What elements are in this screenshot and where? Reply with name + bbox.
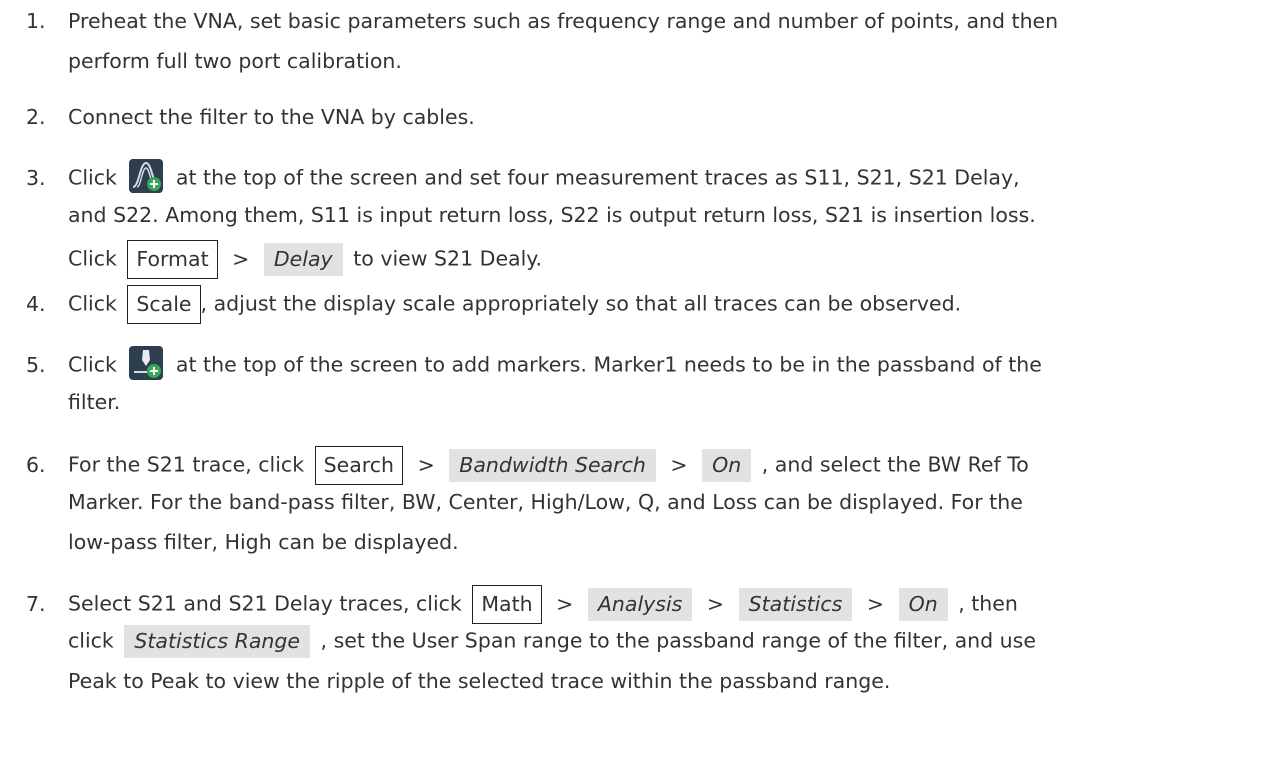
step-text: Click	[68, 165, 117, 190]
step-text: , and select the BW Ref To	[761, 452, 1029, 477]
arrow-separator: >	[670, 452, 688, 477]
step-text: Peak to Peak to view the ripple of the s…	[68, 669, 891, 693]
analysis-menu-item[interactable]: Analysis	[587, 588, 693, 621]
step-text: to view S21 Dealy.	[353, 246, 543, 271]
arrow-separator: >	[866, 591, 885, 616]
statistics-range-menu-item[interactable]: Statistics Range	[124, 625, 310, 658]
trace-add-icon	[129, 159, 164, 198]
step-text: Marker. For the band-pass filter, BW, Ce…	[68, 490, 1023, 514]
arrow-separator: >	[417, 452, 435, 477]
statistics-menu-item[interactable]: Statistics	[738, 588, 853, 621]
on-menu-item[interactable]: On	[898, 588, 948, 621]
on-menu-item[interactable]: On	[702, 449, 752, 482]
step-text: and S22. Among them, S11 is input return…	[68, 203, 1036, 227]
bandwidth-search-menu-item[interactable]: Bandwidth Search	[449, 449, 656, 482]
step-text: Click	[68, 352, 117, 377]
math-button[interactable]: Math	[472, 585, 542, 624]
format-button[interactable]: Format	[127, 240, 218, 279]
step-text: Select S21 and S21 Delay traces, click	[68, 591, 462, 616]
step-number: 1.	[26, 9, 46, 33]
step-text: perform full two port calibration.	[68, 49, 402, 73]
scale-button[interactable]: Scale	[127, 285, 201, 324]
step-text: Preheat the VNA, set basic parameters su…	[68, 9, 1059, 33]
step-number: 4.	[26, 292, 46, 316]
step-text: For the S21 trace, click	[68, 452, 305, 477]
search-button[interactable]: Search	[314, 446, 404, 485]
step-text: , adjust the display scale appropriately…	[200, 291, 962, 316]
marker-add-icon	[129, 346, 164, 385]
step-text: low-pass filter, High can be displayed.	[68, 530, 459, 554]
arrow-separator: >	[706, 591, 725, 616]
step-number: 3.	[26, 166, 46, 190]
step-text: click	[68, 628, 114, 653]
step-text: Click	[68, 291, 117, 316]
arrow-separator: >	[556, 591, 574, 616]
step-text: Connect the filter to the VNA by cables.	[68, 105, 475, 129]
step-text: Click	[68, 246, 117, 271]
step-number: 6.	[26, 453, 46, 477]
step-number: 2.	[26, 105, 46, 129]
delay-menu-item[interactable]: Delay	[263, 243, 343, 276]
step-text: , set the User Span range to the passban…	[320, 628, 1036, 653]
arrow-separator: >	[232, 246, 250, 271]
step-number: 5.	[26, 353, 46, 377]
step-text: at the top of the screen to add markers.…	[175, 352, 1042, 377]
step-text: filter.	[68, 390, 121, 414]
step-text: at the top of the screen and set four me…	[175, 165, 1020, 190]
step-number: 7.	[26, 592, 46, 616]
step-text: , then	[958, 591, 1018, 616]
